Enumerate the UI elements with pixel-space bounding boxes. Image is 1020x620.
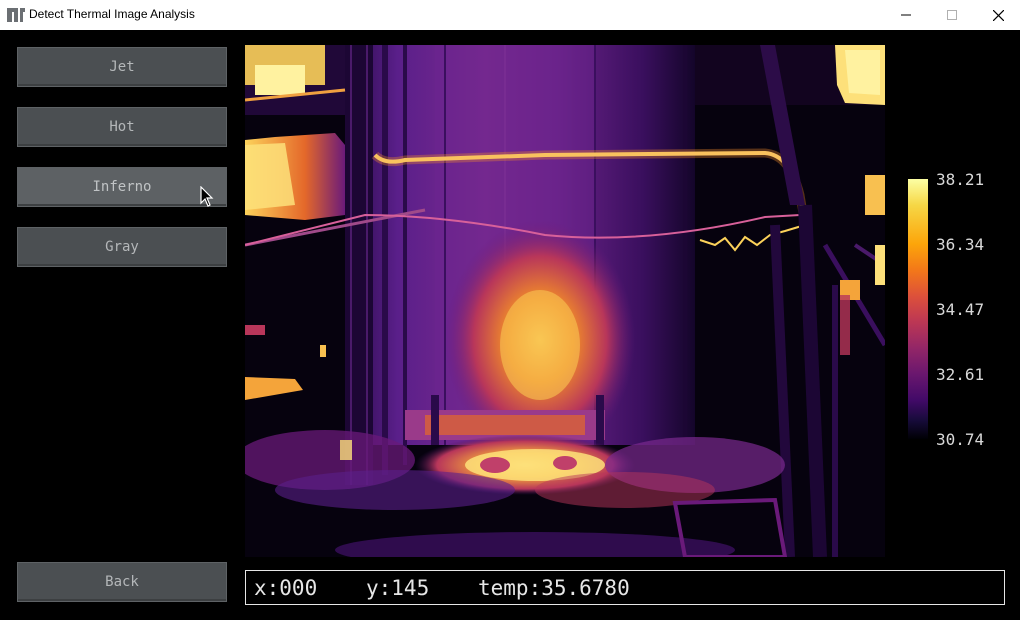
thermal-image[interactable]	[245, 45, 885, 557]
title-bar: Detect Thermal Image Analysis	[0, 0, 1020, 30]
colorbar-label: 32.61	[936, 365, 985, 384]
detect-logo-icon	[7, 8, 25, 22]
minimize-button[interactable]	[883, 0, 929, 30]
colormap-button-inferno[interactable]: Inferno	[17, 167, 227, 207]
back-button-label: Back	[105, 574, 139, 590]
y-coordinate: y:145	[366, 575, 430, 600]
colormap-button-label: Jet	[109, 59, 135, 75]
close-icon	[992, 9, 1004, 21]
colorbar-label-max: 38.21	[936, 170, 985, 189]
colorbar	[908, 179, 928, 439]
close-button[interactable]	[975, 0, 1020, 30]
window-title: Detect Thermal Image Analysis	[29, 7, 195, 21]
thermal-image-graphic	[245, 45, 885, 557]
temperature-reading: temp:35.6780	[478, 575, 630, 600]
colorbar-label: 36.34	[936, 235, 985, 254]
colorbar-label: 34.47	[936, 300, 985, 319]
x-coordinate: x:000	[254, 575, 318, 600]
minimize-icon	[901, 14, 911, 16]
colormap-button-gray[interactable]: Gray	[17, 227, 227, 267]
colormap-button-label: Gray	[105, 239, 139, 255]
pixel-info-box: x:000 y:145 temp:35.6780	[245, 570, 1005, 605]
colormap-button-hot[interactable]: Hot	[17, 107, 227, 147]
colormap-button-label: Inferno	[92, 179, 152, 195]
maximize-icon	[947, 10, 957, 20]
colorbar-label-min: 30.74	[936, 430, 985, 449]
mouse-pointer-icon	[200, 186, 214, 207]
back-button[interactable]: Back	[17, 562, 227, 602]
colormap-button-jet[interactable]: Jet	[17, 47, 227, 87]
colormap-button-label: Hot	[109, 119, 135, 135]
maximize-button[interactable]	[929, 0, 975, 30]
